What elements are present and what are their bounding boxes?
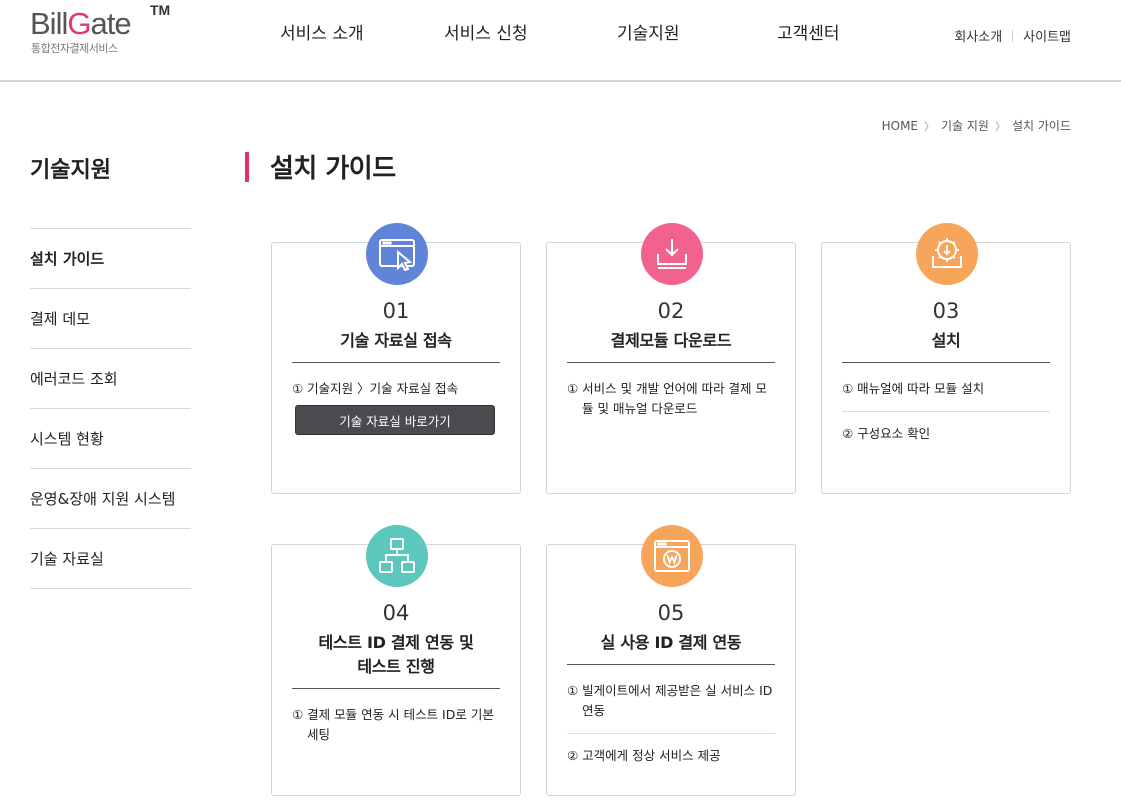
sidebar-item-install-guide[interactable]: 설치 가이드 xyxy=(30,229,191,289)
card-steps: ① 매뉴얼에 따라 모듈 설치 ② 구성요소 확인 xyxy=(842,379,1050,444)
step-text: ② 구성요소 확인 xyxy=(842,426,931,441)
util-divider xyxy=(1012,29,1014,42)
network-diagram-icon xyxy=(366,525,428,587)
step-title-line: 테스트 ID 결제 연동 및 xyxy=(318,633,474,652)
step-number: 04 xyxy=(382,601,410,625)
sidebar-item-ops-support[interactable]: 운영&장애 지원 시스템 xyxy=(30,469,191,529)
tech-library-shortcut-button[interactable]: 기술 자료실 바로가기 xyxy=(295,405,495,435)
step-title: 설치 xyxy=(931,331,961,350)
step-number: 03 xyxy=(932,299,960,323)
card-steps: ① 결제 모듈 연동 시 테스트 ID로 기본 세팅 xyxy=(292,705,500,745)
nav-tech-support[interactable]: 기술지원 xyxy=(617,19,680,44)
page-title: 설치 가이드 xyxy=(270,154,396,184)
step-card-5: 05 실 사용 ID 결제 연동 ① 빌게이트에서 제공받은 실 서비스 ID … xyxy=(546,525,796,796)
breadcrumb-tech-support[interactable]: 기술 지원 xyxy=(941,117,989,134)
nav-service-apply[interactable]: 서비스 신청 xyxy=(444,19,528,44)
won-browser-icon xyxy=(641,525,703,587)
utility-links: 회사소개 사이트맵 xyxy=(954,26,1071,45)
billgate-logo[interactable]: BillGate TM 통합전자결제서비스 xyxy=(30,2,170,56)
sidebar-item-error-code[interactable]: 에러코드 조회 xyxy=(30,349,191,409)
breadcrumb-chevron-icon: 〉 xyxy=(994,119,1006,133)
card-steps: ① 서비스 및 개발 언어에 따라 결제 모듈 및 매뉴얼 다운로드 xyxy=(567,379,775,419)
site-header: BillGate TM 통합전자결제서비스 서비스 소개 서비스 신청 기술지원… xyxy=(0,0,1121,82)
nav-service-intro[interactable]: 서비스 소개 xyxy=(280,19,364,44)
card-divider xyxy=(842,362,1050,363)
step-title-line: 테스트 진행 xyxy=(357,657,435,676)
step-card-3: 03 설치 ① 매뉴얼에 따라 모듈 설치 ② 구성요소 확인 xyxy=(821,223,1071,494)
card-divider xyxy=(292,362,500,363)
step-number: 05 xyxy=(657,601,685,625)
company-intro-link[interactable]: 회사소개 xyxy=(954,26,1002,45)
sidebar-item-tech-library[interactable]: 기술 자료실 xyxy=(30,529,191,589)
step-title: 실 사용 ID 결제 연동 xyxy=(600,633,742,652)
step-text: ① 서비스 및 개발 언어에 따라 결제 모듈 및 매뉴얼 다운로드 xyxy=(567,381,768,416)
browser-cursor-icon xyxy=(366,223,428,285)
step-title: 테스트 ID 결제 연동 및 테스트 진행 xyxy=(272,631,520,679)
sidebar-item-payment-demo[interactable]: 결제 데모 xyxy=(30,289,191,349)
sidebar-item-system-status[interactable]: 시스템 현황 xyxy=(30,409,191,469)
card-steps: ① 기술지원 〉기술 자료실 접속 xyxy=(292,379,500,399)
step-title: 결제모듈 다운로드 xyxy=(610,331,732,350)
logo-wordmark-part: ate xyxy=(90,6,131,41)
sidebar-title: 기술지원 xyxy=(30,158,111,183)
breadcrumb-current: 설치 가이드 xyxy=(1011,119,1071,133)
step-card-4: 04 테스트 ID 결제 연동 및 테스트 진행 ① 결제 모듈 연동 시 테스… xyxy=(271,525,521,796)
sitemap-link[interactable]: 사이트맵 xyxy=(1023,26,1071,45)
step-text: ① 매뉴얼에 따라 모듈 설치 xyxy=(842,381,985,396)
step-text: ① 결제 모듈 연동 시 테스트 ID로 기본 세팅 xyxy=(292,707,494,742)
step-card-2: 02 결제모듈 다운로드 ① 서비스 및 개발 언어에 따라 결제 모듈 및 매… xyxy=(546,223,796,494)
card-steps: ① 빌게이트에서 제공받은 실 서비스 ID 연동 ② 고객에게 정상 서비스 … xyxy=(567,681,775,766)
breadcrumb: HOME 〉 기술 지원 〉 설치 가이드 xyxy=(882,117,1071,134)
card-divider xyxy=(292,688,500,689)
step-text: ① 빌게이트에서 제공받은 실 서비스 ID 연동 xyxy=(567,683,773,718)
step-separator xyxy=(842,411,1050,412)
breadcrumb-home[interactable]: HOME xyxy=(882,119,918,133)
card-divider xyxy=(567,362,775,363)
step-card-1: 01 기술 자료실 접속 ① 기술지원 〉기술 자료실 접속 기술 자료실 바로… xyxy=(271,223,521,494)
page-title-accent-bar xyxy=(245,152,249,182)
logo-wordmark: BillGate xyxy=(30,6,132,42)
step-separator xyxy=(567,733,775,734)
card-divider xyxy=(567,664,775,665)
step-number: 01 xyxy=(382,299,410,323)
logo-wordmark-part: Bill xyxy=(30,6,68,41)
nav-customer-center[interactable]: 고객센터 xyxy=(777,19,840,44)
step-text: ① 기술지원 〉기술 자료실 접속 xyxy=(292,381,459,396)
step-text: ② 고객에게 정상 서비스 제공 xyxy=(567,748,721,763)
step-number: 02 xyxy=(657,299,685,323)
download-tray-icon xyxy=(641,223,703,285)
install-gear-icon xyxy=(916,223,978,285)
breadcrumb-chevron-icon: 〉 xyxy=(924,119,935,133)
logo-tm: TM xyxy=(150,2,171,18)
sidebar-menu: 설치 가이드 결제 데모 에러코드 조회 시스템 현황 운영&장애 지원 시스템… xyxy=(30,228,191,589)
step-title: 기술 자료실 접속 xyxy=(340,331,452,350)
logo-subtitle: 통합전자결제서비스 xyxy=(31,42,118,55)
logo-wordmark-g: G xyxy=(67,6,91,41)
